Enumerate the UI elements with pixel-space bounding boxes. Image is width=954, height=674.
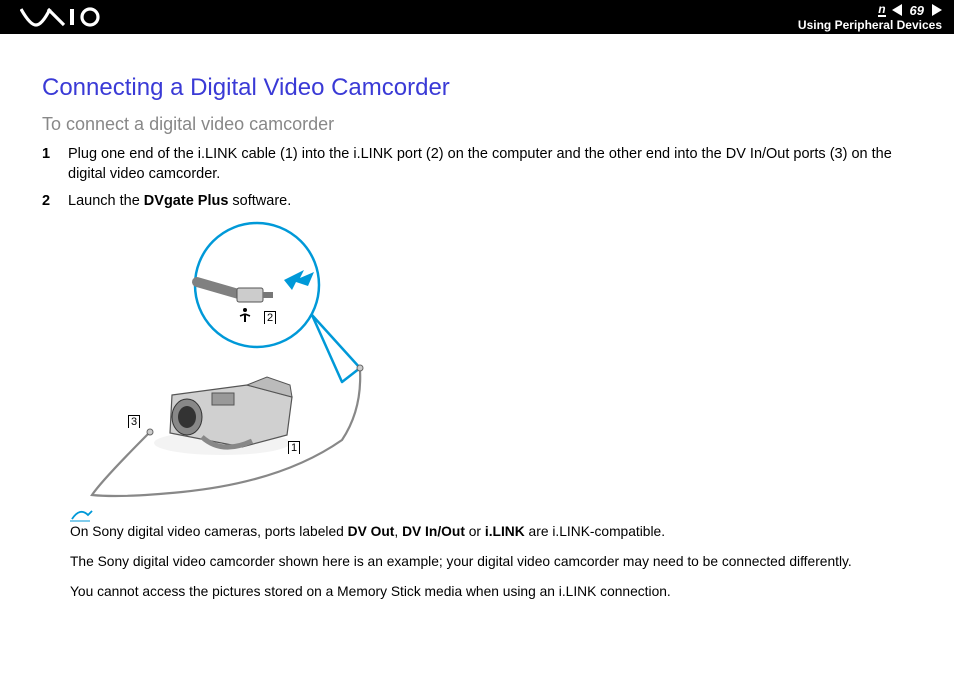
diagram-label-2: 2 (264, 311, 276, 324)
vaio-logo (20, 7, 120, 27)
page-subtitle: To connect a digital video camcorder (42, 114, 912, 135)
step-list: 1 Plug one end of the i.LINK cable (1) i… (42, 145, 912, 212)
page-number: 69 (906, 3, 928, 18)
note-line-2: The Sony digital video camcorder shown h… (70, 553, 912, 571)
step-item: 1 Plug one end of the i.LINK cable (1) i… (42, 145, 912, 184)
note-line-1: On Sony digital video cameras, ports lab… (70, 523, 912, 541)
step-text: Plug one end of the i.LINK cable (1) int… (68, 145, 912, 184)
note-line-3: You cannot access the pictures stored on… (70, 583, 912, 601)
page-nav: n 69 (878, 3, 942, 18)
step-text: Launch the DVgate Plus software. (68, 192, 291, 212)
page-title: Connecting a Digital Video Camcorder (42, 74, 912, 102)
step-number: 1 (42, 145, 54, 165)
next-page-arrow[interactable] (932, 4, 942, 16)
diagram-label-3: 3 (128, 415, 140, 428)
connection-diagram: 2 1 3 (82, 220, 912, 505)
section-title: Using Peripheral Devices (798, 18, 942, 32)
prev-page-arrow[interactable] (892, 4, 902, 16)
diagram-label-1: 1 (288, 441, 300, 454)
step-item: 2 Launch the DVgate Plus software. (42, 192, 912, 212)
n-marker: n (878, 3, 885, 17)
step-number: 2 (42, 192, 54, 212)
header-bar: n 69 Using Peripheral Devices (0, 0, 954, 34)
notes-section: On Sony digital video cameras, ports lab… (70, 509, 912, 601)
note-icon (70, 509, 94, 523)
page-content: Connecting a Digital Video Camcorder To … (0, 34, 954, 600)
